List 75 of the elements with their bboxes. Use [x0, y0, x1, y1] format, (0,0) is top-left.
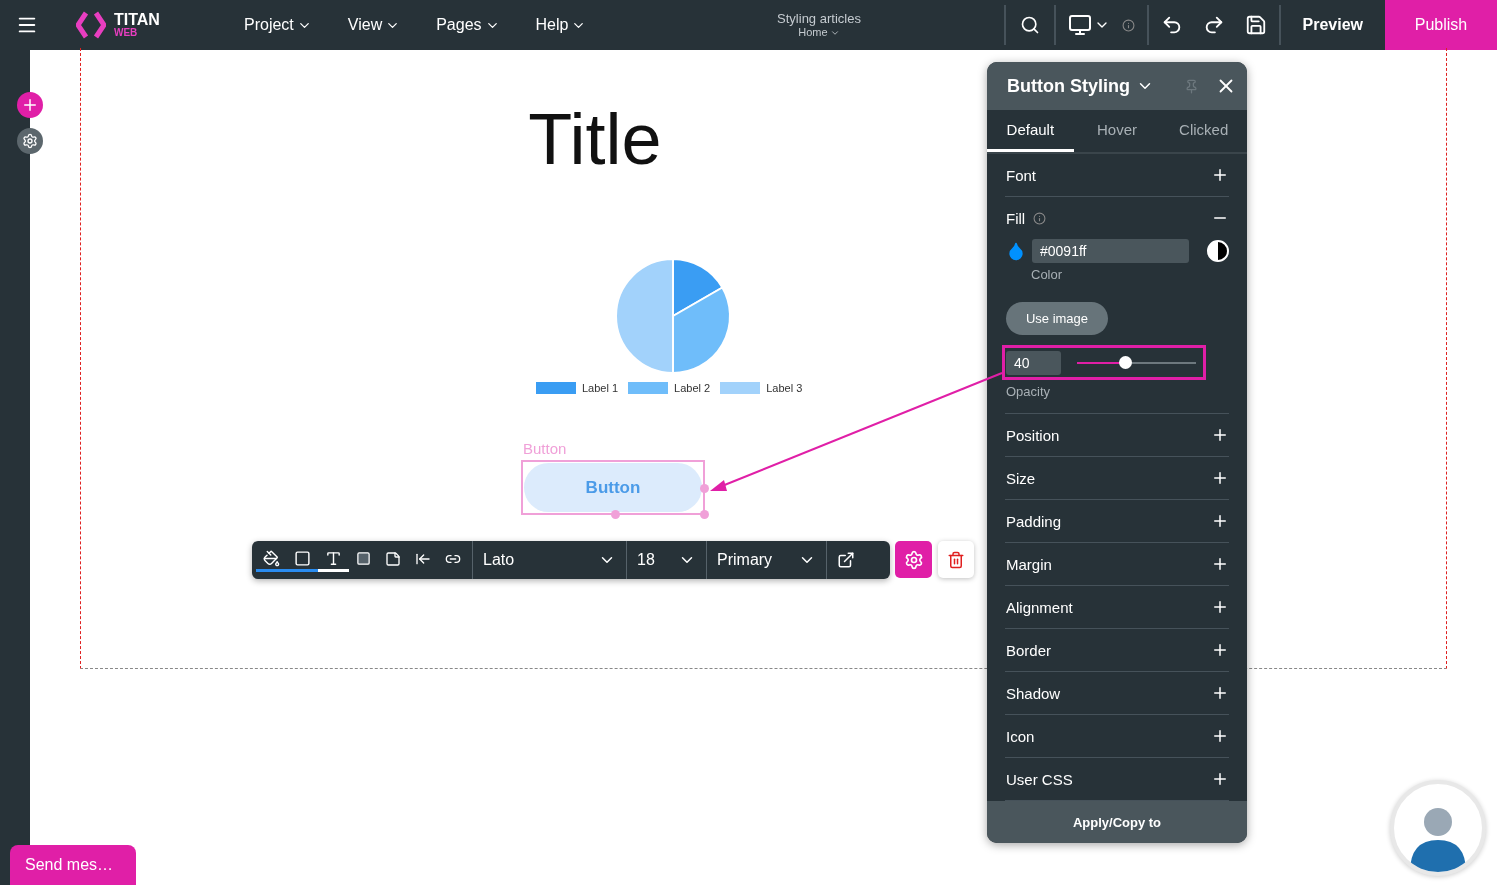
section-label[interactable]: Fill — [1006, 209, 1026, 227]
contrast-icon[interactable] — [1207, 240, 1229, 262]
save-icon[interactable] — [1244, 14, 1267, 36]
expand-icon[interactable] — [1211, 426, 1229, 444]
section-label[interactable]: Padding — [1006, 512, 1062, 530]
legend-label: Label 3 — [766, 382, 803, 394]
expand-icon[interactable] — [1211, 512, 1229, 530]
settings-icon — [903, 549, 924, 570]
settings-button[interactable] — [17, 128, 43, 154]
expand-icon[interactable] — [1211, 166, 1229, 184]
font-dropdown[interactable]: Lato — [472, 541, 626, 579]
field-label: Color — [1031, 267, 1064, 282]
color-field[interactable]: #0091ff — [1032, 239, 1189, 263]
paint-bucket-icon[interactable] — [263, 550, 280, 567]
preview-button[interactable]: Preview — [1280, 16, 1385, 34]
plus-icon — [21, 96, 39, 114]
apply-copy-button[interactable]: Apply/Copy to — [987, 801, 1247, 843]
use-image-button[interactable]: Use image — [1006, 302, 1108, 335]
section-label[interactable]: Alignment — [1006, 598, 1073, 616]
send-message-button[interactable]: Send mes… — [10, 845, 136, 885]
resize-handle[interactable] — [700, 510, 709, 519]
expand-icon[interactable] — [1211, 727, 1229, 745]
expand-icon[interactable] — [1211, 641, 1229, 659]
monitor-icon[interactable] — [1067, 13, 1092, 37]
document-title: Styling articles — [777, 10, 861, 27]
page-icon[interactable] — [385, 550, 401, 567]
tab[interactable]: Clicked — [1160, 110, 1247, 152]
delete-button[interactable] — [938, 541, 974, 578]
style-dropdown[interactable]: Primary — [706, 541, 826, 579]
page-selector[interactable]: Home — [798, 26, 840, 40]
section-label[interactable]: Font — [1006, 166, 1036, 184]
section-label[interactable]: Icon — [1006, 727, 1035, 745]
section-label[interactable]: Size — [1006, 469, 1036, 487]
settings-icon — [22, 133, 38, 149]
resize-handle[interactable] — [700, 484, 709, 493]
menu-item[interactable]: Help — [517, 16, 605, 34]
logo-subtitle: WEB — [114, 28, 139, 38]
avatar[interactable] — [1390, 780, 1486, 876]
section-label[interactable]: Position — [1006, 426, 1060, 444]
field-label: Opacity — [1006, 384, 1052, 399]
logo-name: TITAN — [114, 12, 160, 28]
legend-label: Label 2 — [674, 382, 711, 394]
slider-thumb[interactable] — [1118, 355, 1132, 369]
tab[interactable]: Hover — [1073, 110, 1161, 152]
logo-icon — [76, 11, 106, 39]
size-dropdown[interactable]: 18 — [626, 541, 706, 579]
droplet-icon — [1006, 241, 1026, 261]
publish-button[interactable]: Publish — [1385, 0, 1497, 50]
text-icon[interactable] — [325, 550, 342, 567]
info-icon — [1033, 211, 1047, 225]
menu-item[interactable]: View — [329, 16, 419, 34]
tab[interactable]: Default — [987, 110, 1074, 152]
square-icon[interactable] — [356, 551, 371, 566]
section-label[interactable]: Border — [1006, 641, 1052, 659]
legend-label: Label 1 — [582, 382, 619, 394]
page-title: Title — [527, 98, 663, 180]
expand-icon[interactable] — [1211, 684, 1229, 702]
resize-handle[interactable] — [611, 510, 620, 519]
expand-icon[interactable] — [1211, 770, 1229, 788]
element-caption: Button — [523, 440, 567, 457]
section-label[interactable]: User CSS — [1006, 770, 1073, 788]
expand-icon[interactable] — [1211, 598, 1229, 616]
add-button[interactable] — [17, 92, 43, 118]
expand-icon[interactable] — [1211, 469, 1229, 487]
menu-item[interactable]: Pages — [418, 16, 518, 34]
opacity-field[interactable]: 40 — [1006, 350, 1061, 375]
border-icon[interactable] — [294, 550, 311, 567]
section-label[interactable]: Shadow — [1006, 684, 1061, 702]
info-icon — [1121, 18, 1135, 32]
trash-icon — [947, 550, 965, 569]
expand-icon[interactable] — [1211, 555, 1229, 573]
search-icon[interactable] — [1019, 15, 1040, 35]
menu-item[interactable]: Project — [226, 16, 330, 34]
section-label[interactable]: Margin — [1006, 555, 1052, 573]
external-link-icon[interactable] — [837, 551, 855, 569]
